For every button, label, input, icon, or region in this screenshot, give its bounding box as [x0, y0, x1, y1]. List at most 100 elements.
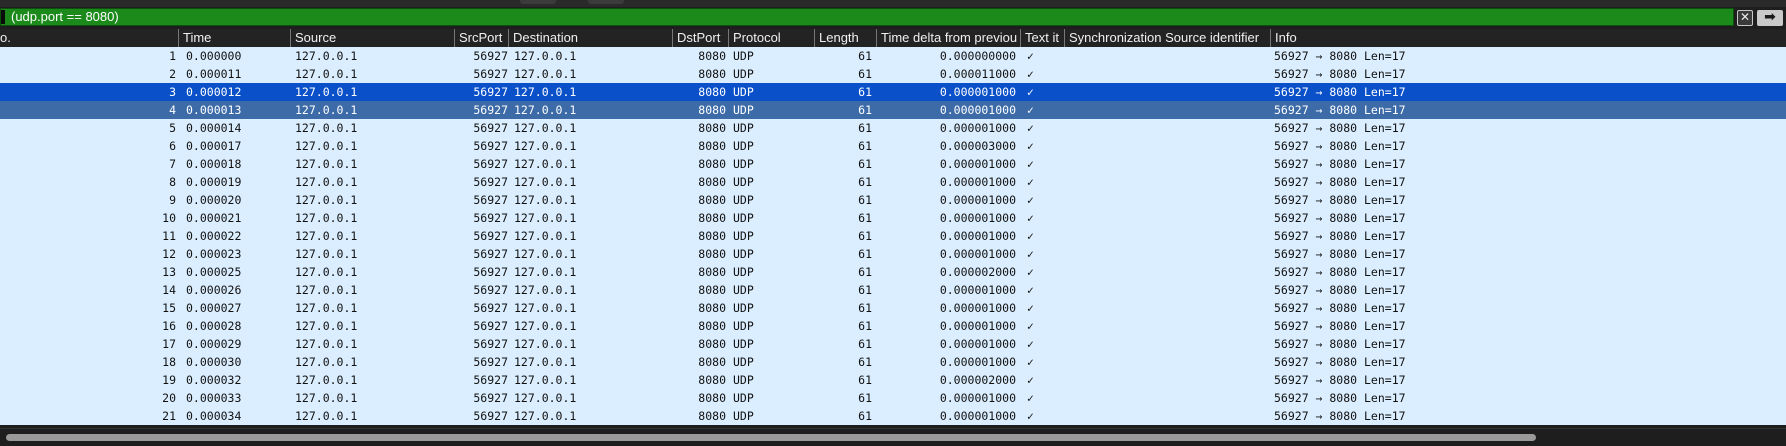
cell-time-delta: 0.000001000 — [939, 319, 1016, 333]
cell-info: 56927 → 8080 Len=17 — [1274, 265, 1406, 279]
cell-srcport: 56927 — [473, 229, 508, 243]
column-header-time[interactable]: Time — [178, 29, 294, 47]
column-header-destination[interactable]: Destination — [508, 29, 674, 47]
cell-dstport: 8080 — [698, 391, 726, 405]
cell-info: 56927 → 8080 Len=17 — [1274, 391, 1406, 405]
clear-filter-icon[interactable]: ✕ — [1737, 10, 1753, 26]
table-row[interactable]: 1 0.000000 127.0.0.1 56927 127.0.0.1 8080 UDP 6… — [0, 47, 1786, 65]
column-header-text-item[interactable]: Text it — [1020, 29, 1066, 47]
table-row[interactable]: 5 0.000014 127.0.0.1 56927 127.0.0.1 8080 UDP 6… — [0, 119, 1786, 137]
cell-source: 127.0.0.1 — [295, 301, 358, 315]
cell-dstport: 8080 — [698, 175, 726, 189]
table-row[interactable]: 9 0.000020 127.0.0.1 56927 127.0.0.1 8080 UDP 6… — [0, 191, 1786, 209]
scrollbar-thumb[interactable] — [6, 434, 1536, 441]
table-row[interactable]: 16 0.000028 127.0.0.1 56927 127.0.0.1 8080 UDP… — [0, 317, 1786, 335]
cell-srcport: 56927 — [473, 373, 508, 387]
cell-length: 61 — [858, 175, 872, 189]
toolbar-segment — [520, 0, 556, 4]
cell-protocol: UDP — [733, 301, 754, 315]
table-row[interactable]: 4 0.000013 127.0.0.1 56927 127.0.0.1 8080 UDP 6… — [0, 101, 1786, 119]
cell-info: 56927 → 8080 Len=17 — [1274, 373, 1406, 387]
cell-dstport: 8080 — [698, 85, 726, 99]
cell-srcport: 56927 — [473, 283, 508, 297]
table-row[interactable]: 18 0.000030 127.0.0.1 56927 127.0.0.1 8080 UDP… — [0, 353, 1786, 371]
column-header-no[interactable]: o. — [0, 29, 178, 47]
cell-no: 18 — [162, 355, 176, 369]
cell-source: 127.0.0.1 — [295, 265, 358, 279]
table-row[interactable]: 21 0.000034 127.0.0.1 56927 127.0.0.1 8080 UDP… — [0, 407, 1786, 425]
cell-dstport: 8080 — [698, 265, 726, 279]
table-row[interactable]: 3 0.000012 127.0.0.1 56927 127.0.0.1 8080 UDP 6… — [0, 83, 1786, 101]
column-header-srcport[interactable]: SrcPort — [454, 29, 510, 47]
cell-protocol: UDP — [733, 157, 754, 171]
cell-no: 7 — [169, 157, 176, 171]
cell-length: 61 — [858, 193, 872, 207]
table-row[interactable]: 11 0.000022 127.0.0.1 56927 127.0.0.1 8080 UDP… — [0, 227, 1786, 245]
cell-info: 56927 → 8080 Len=17 — [1274, 211, 1406, 225]
column-header-source[interactable]: Source — [290, 29, 456, 47]
table-row[interactable]: 10 0.000021 127.0.0.1 56927 127.0.0.1 8080 UDP… — [0, 209, 1786, 227]
cell-time: 0.000019 — [186, 175, 242, 189]
table-row[interactable]: 8 0.000019 127.0.0.1 56927 127.0.0.1 8080 UDP 6… — [0, 173, 1786, 191]
cell-length: 61 — [858, 283, 872, 297]
table-row[interactable]: 15 0.000027 127.0.0.1 56927 127.0.0.1 8080 UDP… — [0, 299, 1786, 317]
cell-destination: 127.0.0.1 — [514, 319, 577, 333]
cell-dstport: 8080 — [698, 283, 726, 297]
horizontal-scrollbar[interactable] — [0, 428, 1786, 446]
cell-source: 127.0.0.1 — [295, 409, 358, 423]
cell-info: 56927 → 8080 Len=17 — [1274, 49, 1406, 63]
cell-length: 61 — [858, 121, 872, 135]
cell-length: 61 — [858, 265, 872, 279]
column-header-dstport[interactable]: DstPort — [672, 29, 730, 47]
table-row[interactable]: 17 0.000029 127.0.0.1 56927 127.0.0.1 8080 UDP… — [0, 335, 1786, 353]
display-filter-input[interactable]: (udp.port == 8080) — [0, 8, 1734, 26]
cell-info: 56927 → 8080 Len=17 — [1274, 247, 1406, 261]
cell-time-delta: 0.000001000 — [939, 355, 1016, 369]
cell-time: 0.000033 — [186, 391, 242, 405]
apply-filter-arrow-icon[interactable]: ➡ — [1757, 10, 1783, 26]
cell-protocol: UDP — [733, 409, 754, 423]
cell-time: 0.000013 — [186, 103, 242, 117]
cell-source: 127.0.0.1 — [295, 337, 358, 351]
cell-time-delta: 0.000000000 — [939, 49, 1016, 63]
cell-time: 0.000011 — [186, 67, 242, 81]
cell-source: 127.0.0.1 — [295, 355, 358, 369]
table-row[interactable]: 7 0.000018 127.0.0.1 56927 127.0.0.1 8080 UDP 6… — [0, 155, 1786, 173]
cell-srcport: 56927 — [473, 355, 508, 369]
cell-time: 0.000025 — [186, 265, 242, 279]
table-row[interactable]: 19 0.000032 127.0.0.1 56927 127.0.0.1 8080 UDP… — [0, 371, 1786, 389]
check-icon: ✓ — [1027, 301, 1034, 315]
cell-protocol: UDP — [733, 67, 754, 81]
cell-length: 61 — [858, 49, 872, 63]
check-icon: ✓ — [1027, 337, 1034, 351]
cell-time-delta: 0.000003000 — [939, 139, 1016, 153]
column-header-time-delta[interactable]: Time delta from previou — [876, 29, 1020, 47]
cell-dstport: 8080 — [698, 49, 726, 63]
cell-info: 56927 → 8080 Len=17 — [1274, 67, 1406, 81]
cell-time: 0.000028 — [186, 319, 242, 333]
table-row[interactable]: 13 0.000025 127.0.0.1 56927 127.0.0.1 8080 UDP… — [0, 263, 1786, 281]
cell-time: 0.000017 — [186, 139, 242, 153]
table-row[interactable]: 6 0.000017 127.0.0.1 56927 127.0.0.1 8080 UDP 6… — [0, 137, 1786, 155]
cell-dstport: 8080 — [698, 103, 726, 117]
cell-length: 61 — [858, 319, 872, 333]
cell-dstport: 8080 — [698, 67, 726, 81]
cell-time: 0.000012 — [186, 85, 242, 99]
cell-no: 19 — [162, 373, 176, 387]
cell-info: 56927 → 8080 Len=17 — [1274, 175, 1406, 189]
column-header-length[interactable]: Length — [814, 29, 880, 47]
cell-no: 13 — [162, 265, 176, 279]
table-row[interactable]: 20 0.000033 127.0.0.1 56927 127.0.0.1 8080 UDP… — [0, 389, 1786, 407]
column-header-protocol[interactable]: Protocol — [728, 29, 816, 47]
table-row[interactable]: 2 0.000011 127.0.0.1 56927 127.0.0.1 8080 UDP 6… — [0, 65, 1786, 83]
cell-info: 56927 → 8080 Len=17 — [1274, 103, 1406, 117]
cell-protocol: UDP — [733, 265, 754, 279]
cell-time-delta: 0.000001000 — [939, 229, 1016, 243]
table-row[interactable]: 12 0.000023 127.0.0.1 56927 127.0.0.1 8080 UDP… — [0, 245, 1786, 263]
column-header-info[interactable]: Info — [1270, 29, 1786, 47]
cell-length: 61 — [858, 85, 872, 99]
column-header-ssrc[interactable]: Synchronization Source identifier — [1064, 29, 1272, 47]
table-row[interactable]: 14 0.000026 127.0.0.1 56927 127.0.0.1 8080 UDP… — [0, 281, 1786, 299]
check-icon: ✓ — [1027, 49, 1034, 63]
cell-destination: 127.0.0.1 — [514, 175, 577, 189]
